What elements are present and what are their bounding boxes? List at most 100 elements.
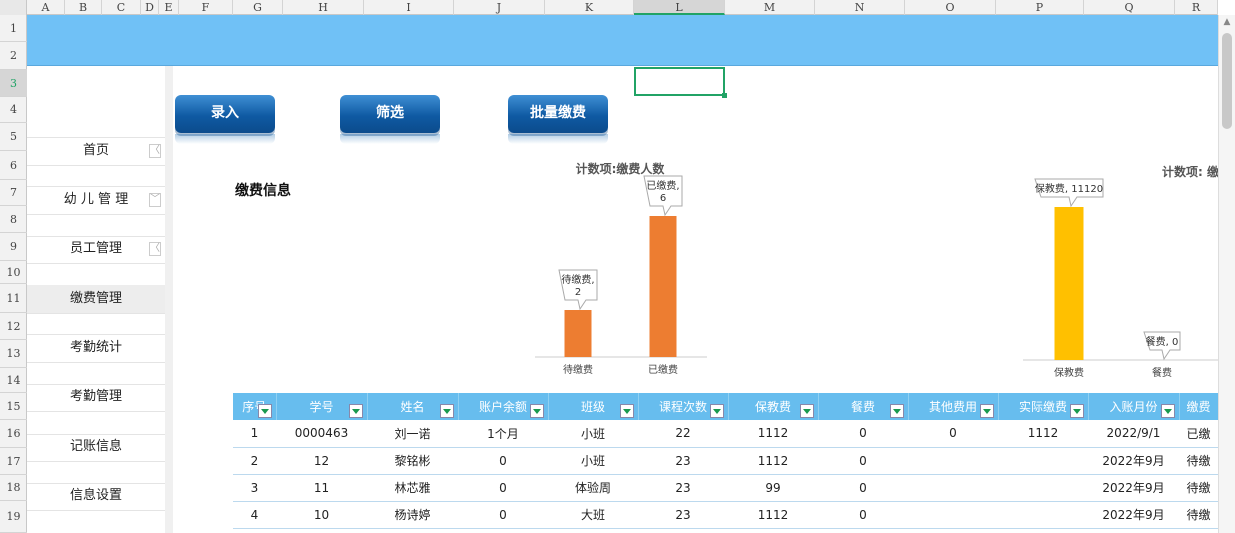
table-cell[interactable]: 已缴 — [1179, 420, 1218, 448]
nav-item-attendance-management[interactable]: 考勤管理 — [27, 383, 165, 411]
collapse-arrow-icon[interactable]: 〈 — [149, 144, 161, 158]
table-cell[interactable] — [998, 501, 1088, 529]
table-cell[interactable]: 待缴 — [1179, 474, 1218, 502]
table-cell[interactable]: 3 — [233, 474, 276, 502]
row-header-5[interactable]: 5 — [0, 123, 27, 151]
column-header-r[interactable]: R — [1175, 0, 1218, 15]
row-header-13[interactable]: 13 — [0, 340, 27, 368]
scroll-up-icon[interactable]: ▲ — [1222, 17, 1232, 27]
table-cell[interactable]: 2022年9月 — [1088, 501, 1179, 529]
filter-dropdown-icon[interactable] — [619, 404, 634, 418]
table-cell[interactable]: 大班 — [548, 501, 638, 529]
table-cell[interactable]: 0 — [908, 420, 998, 448]
row-header-3[interactable]: 3 — [0, 70, 27, 97]
table-cell[interactable]: 体验周 — [548, 474, 638, 502]
column-header-b[interactable]: B — [65, 0, 102, 15]
row-header-16[interactable]: 16 — [0, 420, 27, 448]
fill-handle[interactable] — [722, 93, 727, 98]
table-cell[interactable]: 小班 — [548, 447, 638, 475]
table-cell[interactable]: 2 — [233, 447, 276, 475]
table-cell[interactable]: 0 — [818, 420, 908, 448]
table-cell[interactable]: 10 — [276, 501, 367, 529]
column-header-m[interactable]: M — [725, 0, 815, 15]
column-header-i[interactable]: I — [364, 0, 454, 15]
column-header-k[interactable]: K — [545, 0, 634, 15]
filter-dropdown-icon[interactable] — [799, 404, 814, 418]
select-all-corner[interactable] — [0, 0, 27, 15]
table-cell[interactable]: 0 — [458, 501, 548, 529]
collapse-arrow-icon[interactable]: 〈 — [149, 242, 161, 256]
table-cell[interactable] — [908, 447, 998, 475]
filter-dropdown-icon[interactable] — [439, 404, 454, 418]
column-header-f[interactable]: F — [179, 0, 233, 15]
column-header-c[interactable]: C — [102, 0, 141, 15]
table-cell[interactable]: 1112 — [728, 501, 818, 529]
table-cell[interactable]: 0 — [818, 447, 908, 475]
row-header-11[interactable]: 11 — [0, 284, 27, 313]
nav-item-info-settings[interactable]: 信息设置 — [27, 482, 165, 510]
nav-item-home[interactable]: 首页 〈 — [27, 137, 165, 165]
row-header-10[interactable]: 10 — [0, 261, 27, 284]
nav-item-child-management[interactable]: 幼 儿 管 理 ﹀ — [27, 186, 165, 214]
table-cell[interactable]: 22 — [638, 420, 728, 448]
column-header-j[interactable]: J — [454, 0, 545, 15]
nav-item-payment-management[interactable]: 缴费管理 — [27, 285, 165, 313]
table-cell[interactable]: 待缴 — [1179, 501, 1218, 529]
table-cell[interactable]: 0 — [818, 501, 908, 529]
table-cell[interactable]: 1 — [233, 420, 276, 448]
table-cell[interactable]: 2022年9月 — [1088, 447, 1179, 475]
table-cell[interactable] — [998, 447, 1088, 475]
table-cell[interactable]: 林芯雅 — [367, 474, 458, 502]
table-cell[interactable]: 99 — [728, 474, 818, 502]
row-header-9[interactable]: 9 — [0, 233, 27, 261]
filter-dropdown-icon[interactable] — [889, 404, 904, 418]
column-header-o[interactable]: O — [905, 0, 996, 15]
table-cell[interactable]: 0 — [818, 474, 908, 502]
row-header-6[interactable]: 6 — [0, 151, 27, 180]
batch-pay-button[interactable]: 批量缴费 — [508, 95, 608, 133]
row-header-1[interactable]: 1 — [0, 15, 27, 42]
row-header-15[interactable]: 15 — [0, 393, 27, 420]
row-header-2[interactable]: 2 — [0, 42, 27, 70]
column-header-d[interactable]: D — [141, 0, 159, 15]
table-cell[interactable]: 小班 — [548, 420, 638, 448]
expand-arrow-icon[interactable]: ﹀ — [149, 193, 161, 207]
table-cell[interactable]: 4 — [233, 501, 276, 529]
filter-dropdown-icon[interactable] — [1069, 404, 1084, 418]
table-cell[interactable]: 23 — [638, 474, 728, 502]
row-header-12[interactable]: 12 — [0, 313, 27, 340]
row-header-8[interactable]: 8 — [0, 206, 27, 233]
column-header-h[interactable]: H — [283, 0, 364, 15]
table-cell[interactable]: 黎铭彬 — [367, 447, 458, 475]
row-header-19[interactable]: 19 — [0, 501, 27, 533]
column-header-q[interactable]: Q — [1084, 0, 1175, 15]
table-cell[interactable]: 待缴 — [1179, 447, 1218, 475]
table-cell[interactable]: 2022年9月 — [1088, 474, 1179, 502]
column-header-g[interactable]: G — [233, 0, 283, 15]
column-header-a[interactable]: A — [27, 0, 65, 15]
table-cell[interactable]: 1112 — [998, 420, 1088, 448]
row-header-18[interactable]: 18 — [0, 475, 27, 501]
column-header-e[interactable]: E — [159, 0, 179, 15]
nav-item-staff-management[interactable]: 员工管理 〈 — [27, 235, 165, 263]
table-cell[interactable] — [908, 501, 998, 529]
table-cell[interactable]: 1112 — [728, 420, 818, 448]
vertical-scrollbar[interactable]: ▲ — [1218, 15, 1235, 533]
table-cell[interactable]: 1112 — [728, 447, 818, 475]
filter-dropdown-icon[interactable] — [1160, 404, 1175, 418]
table-cell[interactable]: 23 — [638, 447, 728, 475]
filter-dropdown-icon[interactable] — [709, 404, 724, 418]
row-header-14[interactable]: 14 — [0, 368, 27, 393]
filter-dropdown-icon[interactable] — [257, 404, 272, 418]
nav-item-attendance-stats[interactable]: 考勤统计 — [27, 334, 165, 362]
selected-cell-L3[interactable] — [634, 67, 727, 98]
table-cell[interactable]: 0000463 — [276, 420, 367, 448]
filter-dropdown-icon[interactable] — [979, 404, 994, 418]
nav-item-accounting-info[interactable]: 记账信息 — [27, 433, 165, 461]
filter-dropdown-icon[interactable] — [529, 404, 544, 418]
scrollbar-thumb[interactable] — [1222, 33, 1232, 129]
row-header-4[interactable]: 4 — [0, 97, 27, 123]
entry-button[interactable]: 录入 — [175, 95, 275, 133]
column-header-n[interactable]: N — [815, 0, 905, 15]
table-cell[interactable]: 2022/9/1 — [1088, 420, 1179, 448]
